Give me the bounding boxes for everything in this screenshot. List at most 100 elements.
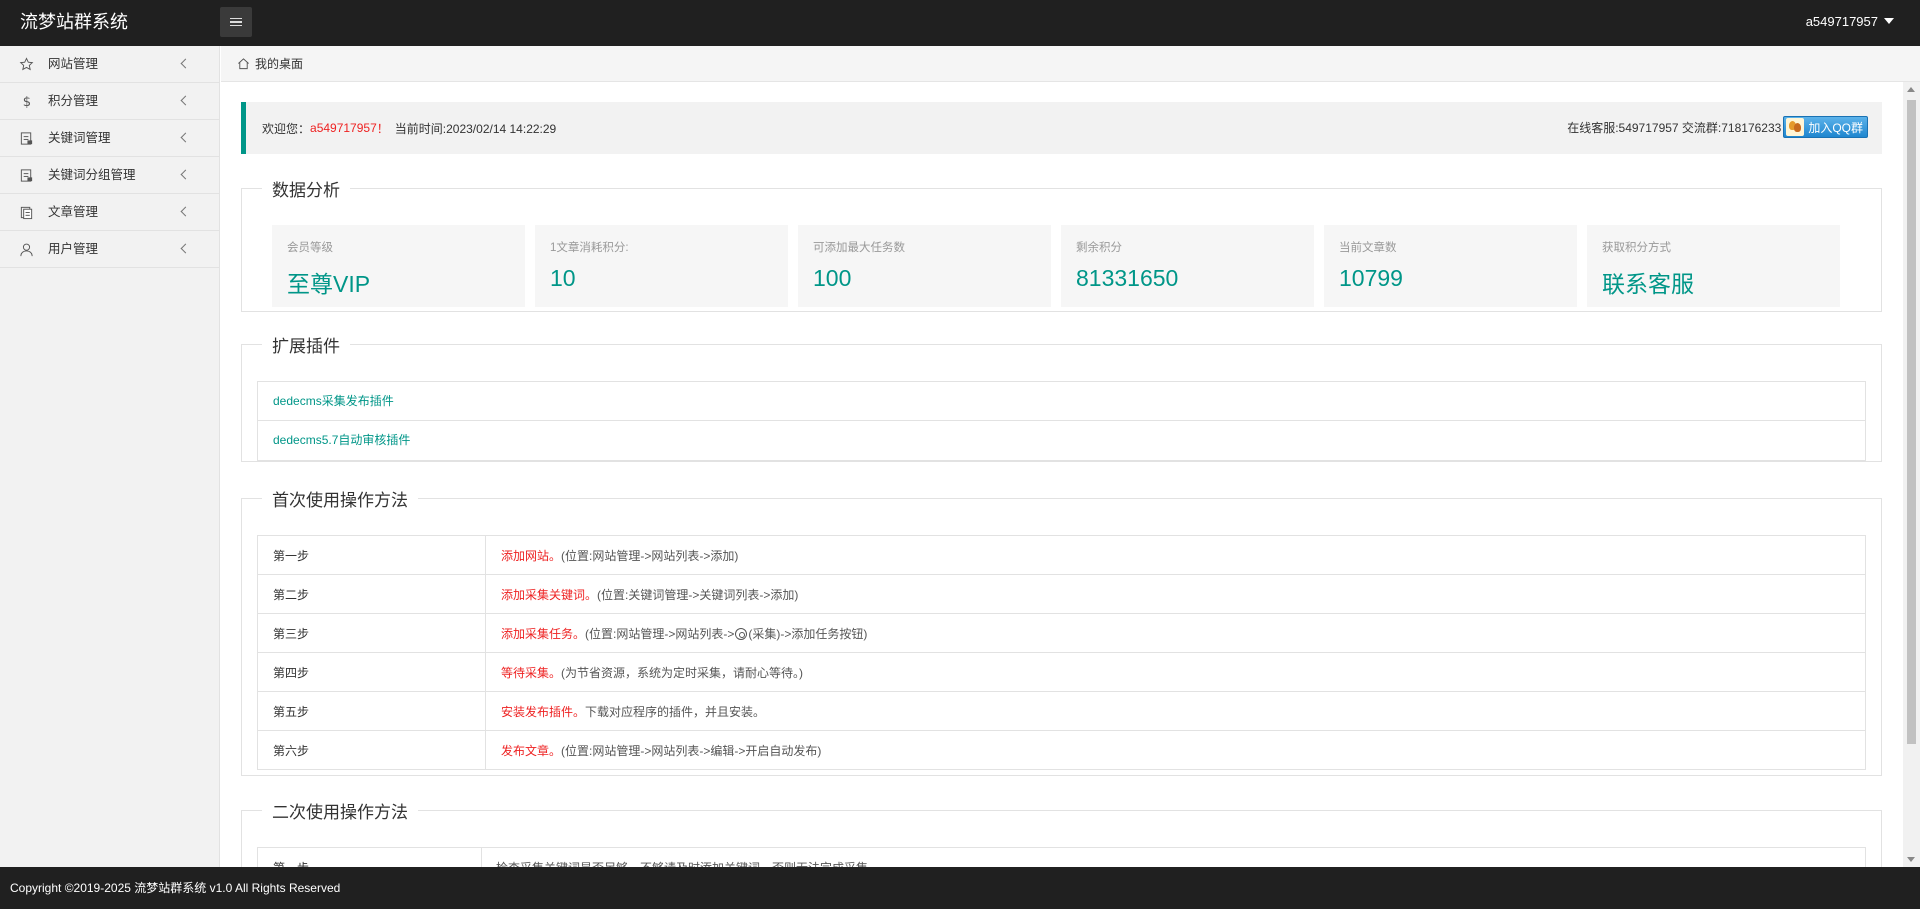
- welcome-exclaim: ！: [376, 121, 389, 136]
- sidebar-item-label: 积分管理: [48, 94, 99, 108]
- panel-title: 扩展插件: [272, 337, 340, 356]
- step-note: (位置:网站管理->网站列表->添加): [561, 548, 739, 563]
- step-cell: 第一步: [257, 847, 482, 867]
- user-icon: [20, 243, 33, 257]
- scrollbar-thumb[interactable]: [1907, 100, 1916, 744]
- step-desc-cell: 安装发布插件。下载对应程序的插件，并且安装。: [485, 691, 1866, 731]
- step-desc-cell: 检查采集关键词是否足够，不够请及时添加关键词，否则无法完成采集。: [481, 847, 1866, 867]
- stat-card-get-points: 获取积分方式 联系客服: [1587, 225, 1840, 307]
- step-note: (为节省资源，系统为定时采集，请耐心等待。): [561, 665, 804, 680]
- contact-text: 在线客服:549717957 交流群:718176233: [1567, 120, 1782, 135]
- sidebar-item-users[interactable]: 用户管理: [0, 231, 219, 268]
- sidebar-item-label: 关键词分组管理: [48, 168, 136, 182]
- step-cell: 第三步: [257, 613, 486, 653]
- stat-value: 至尊VIP: [287, 271, 371, 297]
- panel-title: 首次使用操作方法: [272, 491, 408, 510]
- caret-down-icon: [1884, 18, 1894, 24]
- plugin-list: dedecms采集发布插件 dedecms5.7自动审核插件: [257, 381, 1866, 461]
- hamburger-icon-bar: [230, 21, 242, 23]
- breadcrumb: 我的桌面: [221, 46, 1920, 82]
- scroll-up-icon[interactable]: [1907, 87, 1915, 92]
- current-time: 当前时间:2023/02/14 14:22:29: [394, 121, 557, 136]
- brand-logo[interactable]: 流梦站群系统: [20, 0, 128, 46]
- collect-icon: [735, 627, 748, 640]
- hamburger-icon-bar: [230, 24, 242, 27]
- join-qq-group-button[interactable]: 加入QQ群: [1783, 116, 1868, 138]
- chevron-left-icon: [180, 169, 191, 180]
- dollar-icon: $: [23, 95, 31, 109]
- second-use-table: 第一步 检查采集关键词是否足够，不够请及时添加关键词，否则无法完成采集。: [257, 847, 1866, 867]
- table-row: 第五步 安装发布插件。下载对应程序的插件，并且安装。: [257, 691, 1866, 731]
- stat-label: 当前文章数: [1339, 242, 1397, 254]
- welcome-bar: 欢迎您： a549717957 ！ 当前时间:2023/02/14 14:22:…: [241, 102, 1882, 154]
- sidebar: 网站管理 $ 积分管理 关键词管理 关键词分组管理 文章管理 用户管理: [0, 46, 220, 867]
- step-action: 等待采集。: [501, 665, 562, 680]
- first-use-table: 第一步 添加网站。(位置:网站管理->网站列表->添加) 第二步 添加采集关键词…: [257, 535, 1866, 770]
- top-header: 流梦站群系统 a549717957: [0, 0, 1920, 46]
- table-row: 第三步 添加采集任务。(位置:网站管理->网站列表-> (采集)->添加任务按钮): [257, 613, 1866, 653]
- stat-value: 联系客服: [1602, 271, 1694, 297]
- sidebar-item-label: 网站管理: [48, 57, 99, 71]
- sidebar-item-articles[interactable]: 文章管理: [0, 194, 219, 231]
- step-cell: 第四步: [257, 652, 486, 692]
- stat-card-article-count: 当前文章数 10799: [1324, 225, 1577, 307]
- footer: Copyright ©2019-2025 流梦站群系统 v1.0 All Rig…: [0, 867, 1920, 909]
- copy-icon: [20, 206, 33, 220]
- stat-label: 会员等级: [287, 242, 333, 254]
- step-note: (位置:关键词管理->关键词列表->添加): [597, 587, 799, 602]
- step-action: 添加采集关键词。: [501, 587, 598, 602]
- welcome-prefix: 欢迎您：: [262, 121, 311, 136]
- stat-label: 1文章消耗积分:: [550, 242, 629, 254]
- sidebar-item-label: 用户管理: [48, 242, 99, 256]
- user-menu[interactable]: a549717957: [1806, 0, 1894, 44]
- home-icon: [238, 58, 249, 70]
- step-action: 安装发布插件。: [501, 704, 586, 719]
- data-analysis-panel: 数据分析 会员等级 至尊VIP 1文章消耗积分: 10 可添加最大任务数 100…: [241, 176, 1882, 312]
- step-action: 添加网站。: [501, 548, 562, 563]
- stat-value: 100: [813, 265, 852, 291]
- step-note: (采集)->添加任务按钮): [748, 626, 868, 641]
- stat-row: 会员等级 至尊VIP 1文章消耗积分: 10 可添加最大任务数 100 剩余积分…: [272, 225, 1840, 307]
- plugin-link[interactable]: dedecms采集发布插件: [258, 382, 1865, 421]
- plugins-panel: 扩展插件 dedecms采集发布插件 dedecms5.7自动审核插件: [241, 332, 1882, 462]
- chevron-left-icon: [180, 243, 191, 254]
- stat-value: 81331650: [1076, 265, 1179, 291]
- document-icon: [20, 169, 33, 182]
- step-cell: 第六步: [257, 730, 486, 770]
- sidebar-item-website[interactable]: 网站管理: [0, 46, 219, 83]
- sidebar-item-keyword-groups[interactable]: 关键词分组管理: [0, 157, 219, 194]
- svg-text:$: $: [23, 95, 31, 109]
- step-desc-cell: 发布文章。(位置:网站管理->网站列表->编辑->开启自动发布): [485, 730, 1866, 770]
- sidebar-item-points[interactable]: $ 积分管理: [0, 83, 219, 120]
- menu-toggle-button[interactable]: [220, 7, 252, 37]
- contact-info: 在线客服:549717957 交流群:718176233 加入QQ群: [1567, 116, 1868, 138]
- stat-label: 获取积分方式: [1602, 242, 1671, 254]
- qq-group-icon: [1786, 118, 1805, 136]
- step-desc-cell: 添加网站。(位置:网站管理->网站列表->添加): [485, 535, 1866, 575]
- table-row: 第四步 等待采集。(为节省资源，系统为定时采集，请耐心等待。): [257, 652, 1866, 692]
- welcome-username: a549717957: [310, 121, 377, 135]
- step-note: 下载对应程序的插件，并且安装。: [585, 704, 766, 719]
- stat-value: 10: [550, 265, 576, 291]
- scroll-down-icon[interactable]: [1907, 857, 1915, 862]
- table-row: 第二步 添加采集关键词。(位置:关键词管理->关键词列表->添加): [257, 574, 1866, 614]
- step-cell: 第五步: [257, 691, 486, 731]
- stat-card-points-per-article: 1文章消耗积分: 10: [535, 225, 788, 307]
- sidebar-item-label: 文章管理: [48, 205, 99, 219]
- chevron-left-icon: [180, 132, 191, 143]
- sidebar-item-keywords[interactable]: 关键词管理: [0, 120, 219, 157]
- table-row: 第一步 检查采集关键词是否足够，不够请及时添加关键词，否则无法完成采集。: [257, 847, 1866, 867]
- breadcrumb-home-link[interactable]: 我的桌面: [255, 55, 303, 72]
- chevron-left-icon: [180, 58, 191, 69]
- sidebar-item-label: 关键词管理: [48, 131, 111, 145]
- step-desc-cell: 添加采集关键词。(位置:关键词管理->关键词列表->添加): [485, 574, 1866, 614]
- hamburger-icon-bar: [230, 17, 242, 20]
- vertical-scrollbar[interactable]: [1903, 82, 1920, 867]
- chevron-left-icon: [180, 206, 191, 217]
- step-cell: 第二步: [257, 574, 486, 614]
- step-action: 发布文章。: [501, 743, 562, 758]
- stat-label: 剩余积分: [1076, 242, 1122, 254]
- qq-button-label: 加入QQ群: [1808, 120, 1863, 135]
- plugin-link[interactable]: dedecms5.7自动审核插件: [258, 421, 1865, 460]
- stat-card-max-tasks: 可添加最大任务数 100: [798, 225, 1051, 307]
